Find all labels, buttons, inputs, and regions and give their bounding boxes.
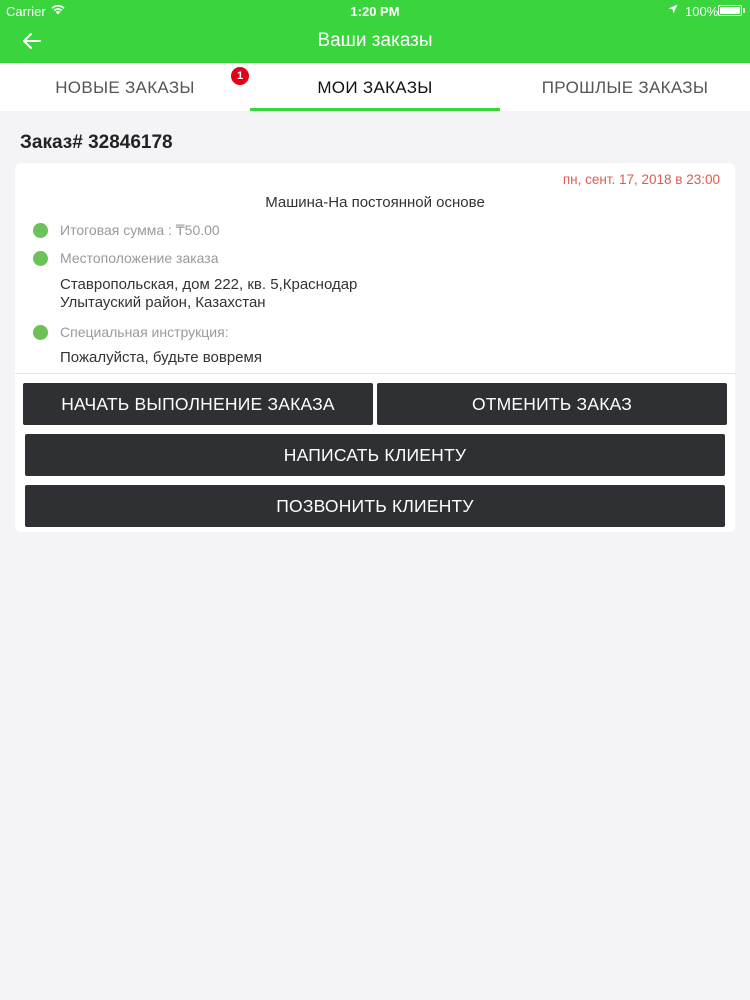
status-dot-icon [33, 223, 48, 238]
cancel-order-button[interactable]: ОТМЕНИТЬ ЗАКАЗ [377, 383, 727, 425]
address-line-1: Ставропольская, дом 222, кв. 5,Краснодар [60, 276, 358, 293]
tab-new-orders[interactable]: НОВЫЕ ЗАКАЗЫ [0, 63, 250, 111]
new-orders-badge: 1 [231, 67, 249, 85]
location-label: Местоположение заказа [60, 250, 219, 266]
order-card: пн, сент. 17, 2018 в 23:00 Машина-На пос… [15, 163, 735, 532]
instruction-label: Специальная инструкция: [60, 324, 229, 340]
total-row: Итоговая сумма : ₸50.00 [33, 222, 220, 239]
status-dot-icon [33, 250, 48, 266]
battery-icon [718, 5, 742, 16]
order-date: пн, сент. 17, 2018 в 23:00 [562, 172, 720, 187]
call-client-button[interactable]: ПОЗВОНИТЬ КЛИЕНТУ [25, 485, 725, 527]
instruction-row: Специальная инструкция: [33, 324, 229, 340]
instruction-value: Пожалуйста, будьте вовремя [60, 349, 262, 366]
tab-label: МОИ ЗАКАЗЫ [317, 78, 433, 97]
message-client-button[interactable]: НАПИСАТЬ КЛИЕНТУ [25, 434, 725, 476]
order-service: Машина-На постоянной основе [265, 194, 485, 211]
start-order-button[interactable]: НАЧАТЬ ВЫПОЛНЕНИЕ ЗАКАЗА [23, 383, 373, 425]
address-line-2: Улытауский район, Казахстан [60, 294, 266, 311]
battery-percentage: 100% [685, 4, 719, 19]
divider [15, 373, 735, 374]
status-bar: Carrier 1:20 PM 100% [0, 0, 750, 22]
location-row: Местоположение заказа [33, 250, 219, 266]
tab-label: ПРОШЛЫЕ ЗАКАЗЫ [541, 78, 709, 97]
tab-label: НОВЫЕ ЗАКАЗЫ [55, 78, 195, 97]
tab-past-orders[interactable]: ПРОШЛЫЕ ЗАКАЗЫ [500, 63, 750, 111]
battery-tip [743, 8, 745, 13]
status-time: 1:20 PM [350, 4, 400, 19]
app-header: Carrier 1:20 PM 100% Ваши заказы [0, 0, 750, 63]
order-number: Заказ# 32846178 [20, 132, 173, 153]
order-tabs: НОВЫЕ ЗАКАЗЫ МОИ ЗАКАЗЫ ПРОШЛЫЕ ЗАКАЗЫ 1 [0, 63, 750, 111]
total-amount: Итоговая сумма : ₸50.00 [60, 222, 220, 238]
page-title: Ваши заказы [317, 30, 433, 51]
tab-my-orders[interactable]: МОИ ЗАКАЗЫ [250, 63, 500, 111]
location-arrow-icon [668, 4, 678, 14]
status-dot-icon [33, 324, 48, 340]
